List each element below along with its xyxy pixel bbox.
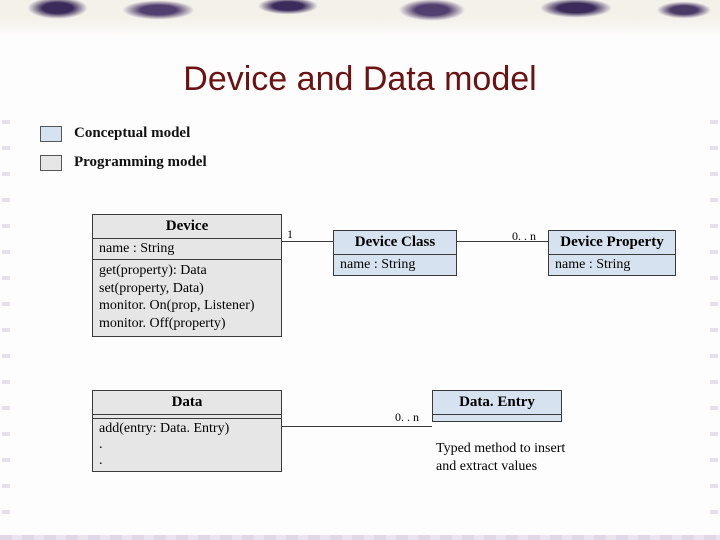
uml-diagram: Device name : String get(property): Data… xyxy=(0,200,720,540)
device-property-attr-name: name : String xyxy=(555,257,669,273)
legend-conceptual: Conceptual model xyxy=(40,125,207,142)
note-dataentry-typed: Typed method to insert and extract value… xyxy=(436,440,586,475)
uml-class-device-class-attrs: name : String xyxy=(334,255,456,275)
uml-class-device-class-title: Device Class xyxy=(334,231,456,255)
device-attr-name: name : String xyxy=(99,241,275,257)
legend: Conceptual model Programming model xyxy=(40,125,207,183)
multiplicity-one: 1 xyxy=(287,227,293,242)
uml-class-data: Data add(entry: Data. Entry) . . xyxy=(92,390,282,472)
legend-programming: Programming model xyxy=(40,154,207,171)
slide-title: Device and Data model xyxy=(0,60,720,99)
uml-class-device-property-attrs: name : String xyxy=(549,255,675,275)
uml-class-data-title: Data xyxy=(93,391,281,415)
multiplicity-zero-n-dataentry: 0. . n xyxy=(395,410,419,425)
device-class-attr-name: name : String xyxy=(340,257,450,273)
device-op-get: get(property): Data xyxy=(99,262,275,280)
data-op-add: add(entry: Data. Entry) xyxy=(99,421,275,437)
uml-class-device-attrs: name : String xyxy=(93,239,281,260)
uml-class-device-title: Device xyxy=(93,215,281,239)
slide-bottom-decoration xyxy=(0,535,720,540)
uml-class-data-entry-body xyxy=(433,415,561,421)
device-op-monitor-on: monitor. On(prop, Listener) xyxy=(99,297,275,315)
data-op-dot1: . xyxy=(99,437,275,453)
device-op-monitor-off: monitor. Off(property) xyxy=(99,315,275,333)
uml-class-device-property-title: Device Property xyxy=(549,231,675,255)
data-op-dot2: . xyxy=(99,453,275,469)
uml-class-data-entry-title: Data. Entry xyxy=(433,391,561,415)
slide-top-decoration xyxy=(0,0,720,48)
legend-swatch-programming xyxy=(40,155,62,171)
device-op-set: set(property, Data) xyxy=(99,280,275,298)
legend-conceptual-label: Conceptual model xyxy=(74,125,190,142)
uml-class-data-entry: Data. Entry xyxy=(432,390,562,422)
multiplicity-zero-n-deviceproperty: 0. . n xyxy=(512,229,536,244)
uml-class-data-ops: add(entry: Data. Entry) . . xyxy=(93,419,281,471)
assoc-data-dataentry xyxy=(282,426,432,427)
uml-class-device: Device name : String get(property): Data… xyxy=(92,214,282,337)
legend-programming-label: Programming model xyxy=(74,154,207,171)
legend-swatch-conceptual xyxy=(40,126,62,142)
uml-class-device-ops: get(property): Data set(property, Data) … xyxy=(93,260,281,336)
uml-class-device-class: Device Class name : String xyxy=(333,230,457,276)
uml-class-device-property: Device Property name : String xyxy=(548,230,676,276)
